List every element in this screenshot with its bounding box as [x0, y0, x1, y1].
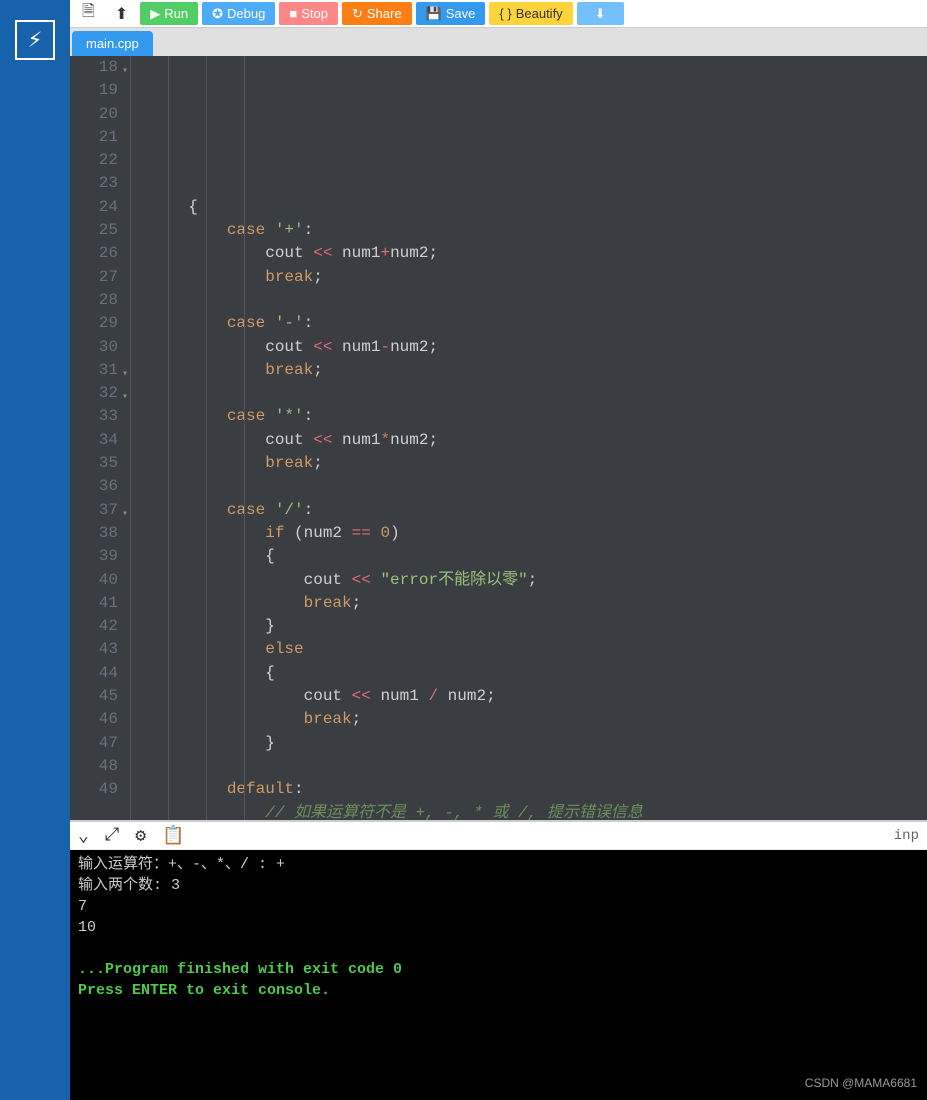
share-icon: ↻ — [352, 6, 363, 22]
braces-icon: { } — [499, 6, 511, 21]
terminal-label: inp — [894, 828, 919, 844]
run-button[interactable]: ▶Run — [140, 2, 198, 25]
gear-icon[interactable]: ⚙ — [135, 825, 146, 847]
code-editor[interactable]: 18▾19202122232425262728293031▾32▾3334353… — [70, 56, 927, 820]
line-gutter: 18▾19202122232425262728293031▾32▾3334353… — [70, 56, 130, 820]
tab-main-cpp[interactable]: main.cpp — [72, 31, 153, 56]
chevron-down-icon[interactable]: ⌄ — [78, 825, 89, 847]
app-logo-icon: ⚡ — [15, 20, 55, 60]
bug-icon: ✪ — [212, 6, 223, 22]
terminal-toolbar: ⌄ ⤢ ⚙ 📋 inp — [70, 822, 927, 850]
terminal-output[interactable]: 输入运算符：+、-、*、/ : +输入两个数: 3710 ...Program … — [70, 850, 927, 1100]
download-icon: ⬇ — [595, 6, 606, 22]
main-area: 🗎 ⬆ ▶Run ✪Debug ■Stop ↻Share 💾Save { }Be… — [70, 0, 927, 1100]
upload-button[interactable]: ⬆ — [107, 2, 136, 25]
watermark: CSDN @MAMA6681 — [805, 1073, 917, 1094]
new-file-button[interactable]: 🗎 — [74, 2, 103, 25]
debug-button[interactable]: ✪Debug — [202, 2, 275, 25]
save-icon: 💾 — [426, 6, 442, 22]
expand-icon[interactable]: ⤢ — [105, 825, 119, 846]
terminal-panel: ⌄ ⤢ ⚙ 📋 inp 输入运算符：+、-、*、/ : +输入两个数: 3710… — [70, 820, 927, 1100]
stop-button[interactable]: ■Stop — [279, 2, 338, 25]
save-button[interactable]: 💾Save — [416, 2, 486, 25]
toolbar: 🗎 ⬆ ▶Run ✪Debug ■Stop ↻Share 💾Save { }Be… — [70, 0, 927, 28]
stop-icon: ■ — [289, 6, 297, 21]
tab-bar: main.cpp — [70, 28, 927, 56]
beautify-button[interactable]: { }Beautify — [489, 2, 572, 25]
play-icon: ▶ — [150, 6, 160, 22]
share-button[interactable]: ↻Share — [342, 2, 412, 25]
clipboard-icon[interactable]: 📋 — [162, 825, 184, 847]
sidebar: ⚡ — [0, 0, 70, 1100]
code-content[interactable]: { case '+': cout << num1+num2; break; ca… — [130, 56, 927, 820]
download-button[interactable]: ⬇ — [577, 2, 624, 25]
